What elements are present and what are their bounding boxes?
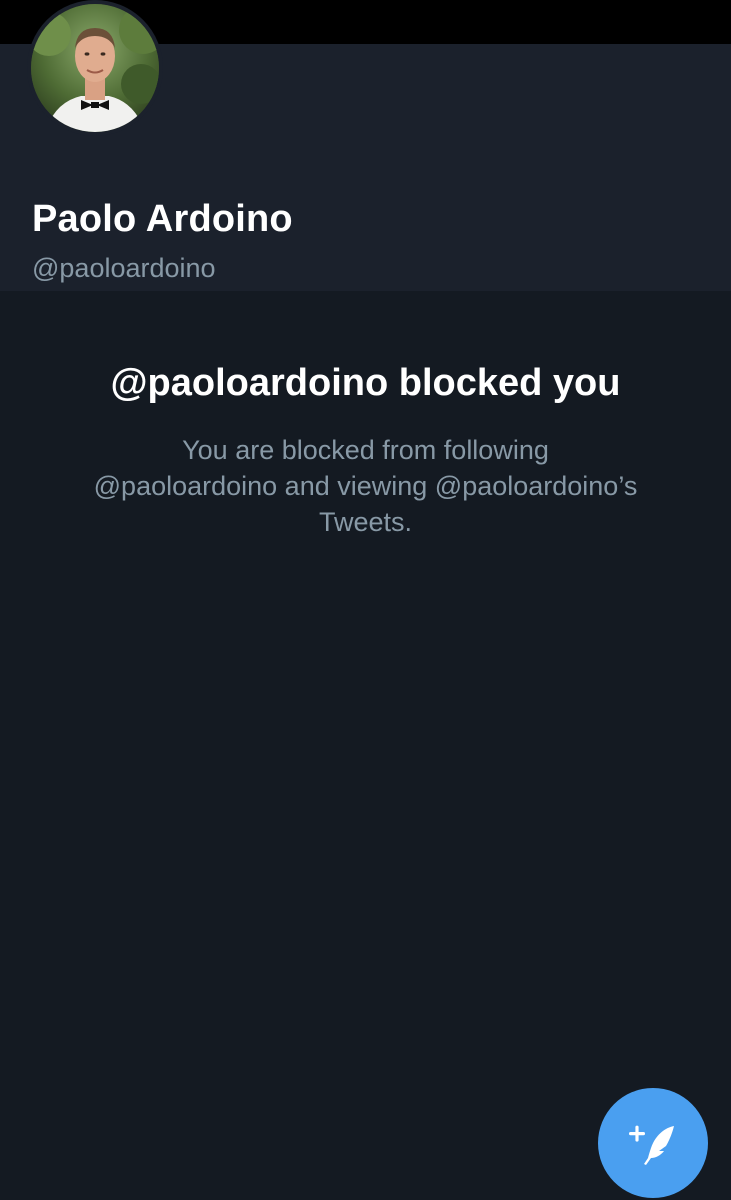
avatar[interactable] xyxy=(27,0,163,136)
blocked-description-line: You are blocked from following xyxy=(182,435,549,465)
blocked-description: You are blocked from following @paoloard… xyxy=(60,432,671,540)
profile-handle: @paoloardoino xyxy=(32,253,216,283)
compose-tweet-button[interactable] xyxy=(598,1088,708,1198)
blocked-title: @paoloardoino blocked you xyxy=(110,362,621,404)
blocked-profile-screen: Paolo Ardoino @paoloardoino @paoloardoin… xyxy=(0,0,731,1200)
blocked-description-line: Tweets. xyxy=(318,507,413,537)
blocked-description-line: @paoloardoino and viewing @paoloardoino’… xyxy=(93,471,638,501)
compose-tweet-icon xyxy=(629,1125,674,1165)
profile-photo-icon xyxy=(31,4,159,132)
profile-display-name: Paolo Ardoino xyxy=(32,198,293,240)
